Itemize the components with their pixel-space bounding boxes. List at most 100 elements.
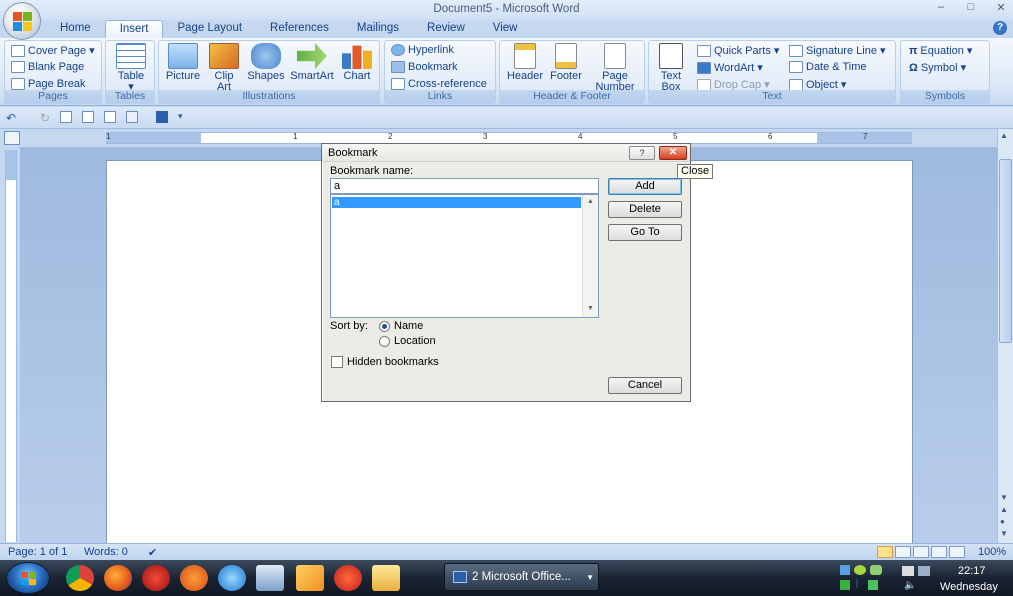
security-icon[interactable] xyxy=(854,565,866,575)
print-preview-icon[interactable] xyxy=(60,111,72,123)
list-item[interactable]: a xyxy=(332,197,581,208)
app-orange-icon[interactable] xyxy=(180,565,208,591)
taskbar-word-task[interactable]: 2 Microsoft Office... ▼ xyxy=(444,563,599,591)
scroll-down-icon[interactable]: ▼ xyxy=(1000,493,1008,502)
app-bird-icon[interactable] xyxy=(334,565,362,591)
bluetooth-icon[interactable]: ᛁ xyxy=(854,579,860,590)
redo-icon[interactable]: ↻ xyxy=(40,111,52,125)
equation-button[interactable]: π Equation ▾ xyxy=(909,44,972,58)
picture-button[interactable]: Picture xyxy=(165,43,201,82)
quick-parts-button[interactable]: Quick Parts ▾ xyxy=(697,44,779,57)
header-button[interactable]: Header xyxy=(504,43,546,82)
bookmark-button[interactable]: Bookmark xyxy=(391,61,458,73)
smartart-button[interactable]: SmartArt xyxy=(289,43,335,82)
office-button[interactable] xyxy=(3,2,41,40)
scroll-up-icon[interactable]: ▲ xyxy=(587,198,594,205)
tab-selector-icon[interactable] xyxy=(4,131,20,145)
action-center-icon[interactable] xyxy=(902,566,914,576)
symbol-button[interactable]: Ω Symbol ▾ xyxy=(909,61,966,75)
bookmark-list[interactable]: a ▲ ▼ xyxy=(330,194,599,318)
wordart-button[interactable]: WordArt ▾ xyxy=(697,61,763,74)
tab-view[interactable]: View xyxy=(479,20,532,38)
tab-review[interactable]: Review xyxy=(413,20,479,38)
volume-icon[interactable]: 🔈 xyxy=(904,580,916,591)
web-layout-icon[interactable] xyxy=(913,546,929,558)
close-window-button[interactable]: ✕ xyxy=(993,1,1009,14)
zoom-level[interactable]: 100% xyxy=(978,546,1006,558)
chrome-icon[interactable] xyxy=(66,565,94,591)
text-box-button[interactable]: Text Box xyxy=(653,43,689,93)
footer-button[interactable]: Footer xyxy=(546,43,586,82)
scroll-thumb[interactable] xyxy=(999,159,1012,343)
page-number-button[interactable]: Page Number xyxy=(590,43,640,93)
save-icon[interactable] xyxy=(156,111,168,123)
select-browse-object-icon[interactable]: ● xyxy=(1000,517,1005,526)
sort-name-radio[interactable] xyxy=(379,321,390,332)
clock-day[interactable]: Wednesday xyxy=(940,581,998,593)
chat-icon[interactable] xyxy=(870,565,882,575)
hyperlink-button[interactable]: Hyperlink xyxy=(391,44,454,56)
tab-mailings[interactable]: Mailings xyxy=(343,20,413,38)
help-icon[interactable]: ? xyxy=(993,21,1007,35)
customize-toolbar-icon[interactable]: ▾ xyxy=(178,111,190,123)
proofing-icon[interactable]: ✔ xyxy=(148,546,157,559)
full-screen-reading-icon[interactable] xyxy=(895,546,911,558)
sort-name-label[interactable]: Name xyxy=(394,320,423,332)
cross-reference-button[interactable]: Cross-reference xyxy=(391,78,487,90)
cancel-button[interactable]: Cancel xyxy=(608,377,682,394)
hidden-bookmarks-label[interactable]: Hidden bookmarks xyxy=(347,356,439,368)
tab-insert[interactable]: Insert xyxy=(104,20,164,38)
sort-location-label[interactable]: Location xyxy=(394,335,436,347)
go-to-button[interactable]: Go To xyxy=(608,224,682,241)
chart-button[interactable]: Chart xyxy=(339,43,375,82)
bookmark-name-input[interactable] xyxy=(330,178,599,194)
mail-icon[interactable] xyxy=(372,565,400,591)
clock-time[interactable]: 22:17 xyxy=(958,565,986,577)
tab-page-layout[interactable]: Page Layout xyxy=(163,20,256,38)
cover-page-button[interactable]: Cover Page ▾ xyxy=(11,44,95,57)
page-count[interactable]: Page: 1 of 1 xyxy=(8,546,67,558)
vertical-ruler[interactable] xyxy=(5,150,17,542)
draft-icon[interactable] xyxy=(949,546,965,558)
app-yellow-icon[interactable] xyxy=(296,565,324,591)
scroll-down-icon[interactable]: ▼ xyxy=(587,305,594,312)
minimize-button[interactable]: – xyxy=(933,1,949,14)
word-count[interactable]: Words: 0 xyxy=(84,546,128,558)
tab-references[interactable]: References xyxy=(256,20,343,38)
media-player-icon[interactable] xyxy=(218,565,246,591)
signature-line-button[interactable]: Signature Line ▾ xyxy=(789,44,886,57)
blank-page-button[interactable]: Blank Page xyxy=(11,61,84,73)
date-time-button[interactable]: Date & Time xyxy=(789,61,867,73)
previous-page-icon[interactable]: ▲ xyxy=(1000,505,1008,514)
dialog-help-button[interactable]: ? xyxy=(629,146,655,160)
outline-icon[interactable] xyxy=(931,546,947,558)
network-icon[interactable] xyxy=(840,565,850,575)
app-red-icon[interactable] xyxy=(142,565,170,591)
firefox-icon[interactable] xyxy=(104,565,132,591)
dialog-close-button[interactable]: ✕ xyxy=(659,146,687,160)
tab-home[interactable]: Home xyxy=(46,20,105,38)
open-icon[interactable] xyxy=(82,111,94,123)
power-icon[interactable] xyxy=(918,566,930,576)
hidden-bookmarks-checkbox[interactable] xyxy=(331,356,343,368)
explorer-icon[interactable] xyxy=(256,565,284,591)
flag-icon[interactable] xyxy=(840,580,850,590)
print-layout-icon[interactable] xyxy=(877,546,893,558)
sort-location-radio[interactable] xyxy=(379,336,390,347)
new-document-icon[interactable] xyxy=(104,111,116,123)
page-break-button[interactable]: Page Break xyxy=(11,78,85,90)
clip-art-button[interactable]: Clip Art xyxy=(207,43,241,93)
app-tray-icon[interactable] xyxy=(868,580,878,590)
start-button[interactable] xyxy=(6,562,50,594)
add-button[interactable]: Add xyxy=(608,178,682,195)
list-scrollbar[interactable]: ▲ ▼ xyxy=(582,195,598,317)
vertical-scrollbar[interactable]: ▲ ▼ ▲ ● ▼ xyxy=(997,129,1013,543)
maximize-button[interactable]: □ xyxy=(963,1,979,14)
undo-icon[interactable]: ↶ xyxy=(6,111,18,125)
next-page-icon[interactable]: ▼ xyxy=(1000,529,1008,538)
spelling-icon[interactable] xyxy=(126,111,138,123)
shapes-button[interactable]: Shapes xyxy=(246,43,286,82)
scroll-up-icon[interactable]: ▲ xyxy=(1000,131,1008,140)
delete-button[interactable]: Delete xyxy=(608,201,682,218)
table-button[interactable]: Table ▾ xyxy=(114,43,148,93)
